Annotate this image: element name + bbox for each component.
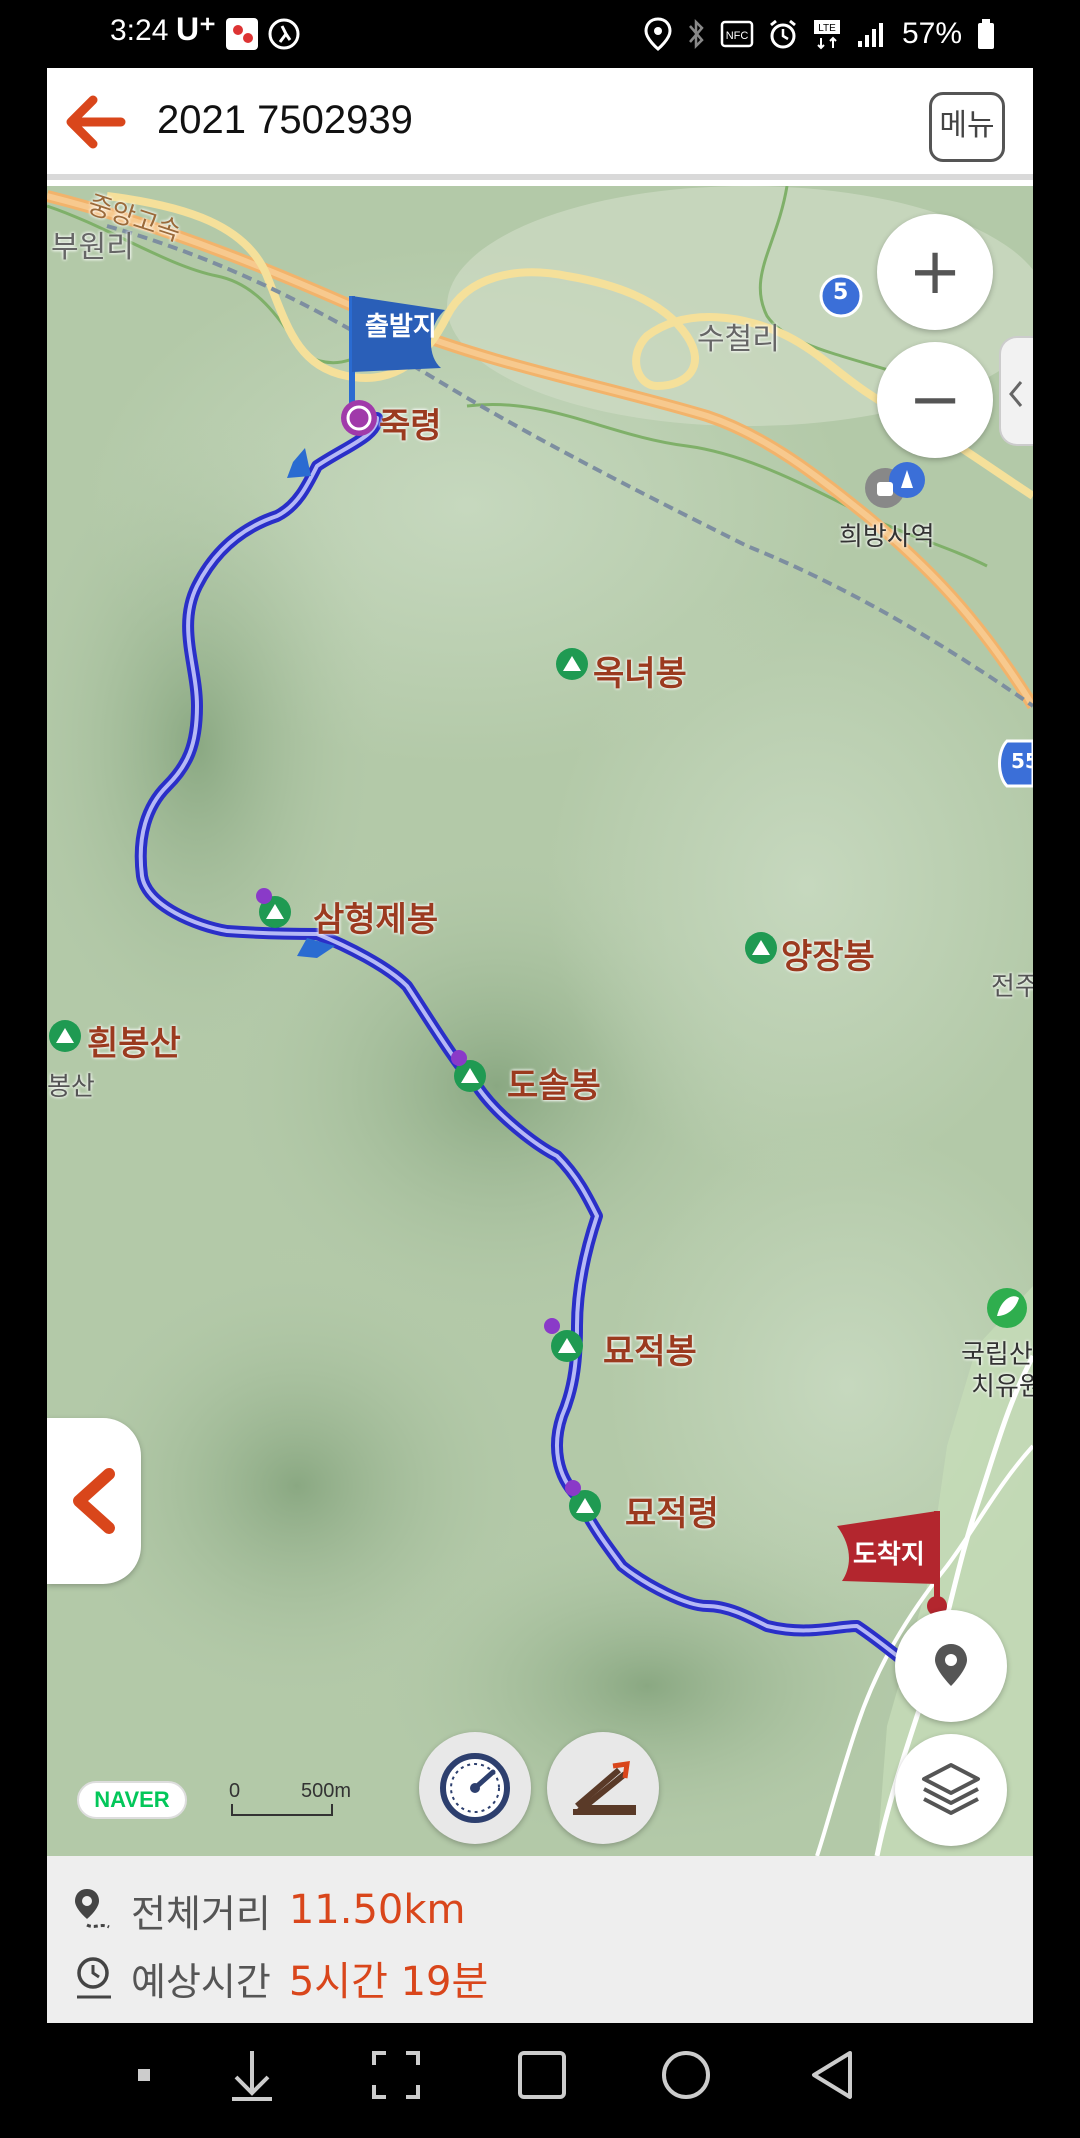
- route-info-panel: 전체거리 11.50km 예상시간 5시간 19분: [47, 1856, 1033, 2023]
- zoom-out-button[interactable]: −: [877, 342, 993, 458]
- back-arrow-icon[interactable]: [61, 92, 131, 152]
- back-icon[interactable]: [802, 2045, 862, 2105]
- system-nav-bar: [0, 2023, 1080, 2138]
- speedometer-button[interactable]: [419, 1732, 531, 1844]
- place-huinbongsan-cut: 봉산: [47, 1072, 95, 1102]
- road-badge-55: 55: [1011, 749, 1033, 773]
- place-myojeokbong[interactable]: 묘적봉: [603, 1324, 697, 1373]
- status-app-icons: [226, 18, 300, 50]
- my-location-button[interactable]: [895, 1610, 1007, 1722]
- naver-logo: NAVER: [77, 1781, 187, 1819]
- slope-icon: [573, 1761, 636, 1815]
- location-pin-icon: [935, 1644, 967, 1686]
- place-forest-2: 치유원: [971, 1372, 1033, 1402]
- speedometer-icon: [440, 1753, 510, 1823]
- map-scale: 0 500m: [229, 1780, 369, 1820]
- scale-zero-label: 0: [229, 1780, 241, 1802]
- status-right-icons: NFC LTE 57%: [644, 14, 996, 54]
- dot-icon[interactable]: [114, 2045, 174, 2105]
- signal-icon: [857, 23, 883, 47]
- layers-icon: [922, 1763, 980, 1815]
- plus-icon: +: [908, 235, 962, 309]
- start-flag-label: 출발지: [365, 312, 437, 342]
- map-view[interactable]: 출발지 도착지 5 55 죽령 옥녀봉 삼형제봉 양장봉 흰봉산 봉산 도솔봉 …: [47, 186, 1033, 1856]
- place-huinbongsan[interactable]: 흰봉산: [87, 1016, 181, 1065]
- app-header: 2021 7502939 메뉴: [47, 68, 1033, 180]
- status-bar: 3:24 U⁺ NFC LTE 57%: [0, 0, 1080, 68]
- route-distance-icon: [75, 1889, 110, 1929]
- status-time: 3:24: [110, 14, 169, 47]
- distance-label: 전체거리: [131, 1891, 271, 1936]
- estimated-time-icon: [77, 1957, 111, 1999]
- time-value: 5시간 19분: [288, 1959, 489, 2005]
- map-canvas[interactable]: [47, 186, 1033, 1856]
- place-oknyeobong[interactable]: 옥녀봉: [593, 646, 687, 695]
- zoom-in-button[interactable]: +: [877, 214, 993, 330]
- svg-text:NFC: NFC: [726, 30, 749, 42]
- map-layers-button[interactable]: [895, 1734, 1007, 1846]
- bluetooth-icon: [689, 18, 704, 50]
- time-label: 예상시간: [131, 1959, 271, 2004]
- place-dosolbong[interactable]: 도솔봉: [507, 1058, 601, 1107]
- chevron-left-icon: [73, 1468, 115, 1534]
- battery-icon: [978, 19, 994, 49]
- place-yangjangbong[interactable]: 양장봉: [781, 929, 875, 978]
- carrier-label: U⁺: [176, 11, 216, 47]
- app-window: 2021 7502939 메뉴 출발지 도착지 5 55 죽령 옥녀봉 삼형제봉…: [47, 68, 1033, 2023]
- minus-icon: −: [908, 363, 962, 437]
- lte-icon: LTE: [813, 20, 840, 50]
- location-icon: [644, 17, 672, 51]
- road-badge-5: 5: [833, 280, 849, 305]
- edge-label: 전주: [991, 972, 1033, 1002]
- scale-length-label: 500m: [301, 1780, 352, 1802]
- svg-text:LTE: LTE: [818, 23, 836, 34]
- distance-row: 전체거리 11.50km: [71, 1880, 465, 1940]
- place-myojeokryeong[interactable]: 묘적령: [625, 1486, 719, 1535]
- place-jukryeong[interactable]: 죽령: [379, 398, 442, 447]
- elevation-profile-button[interactable]: [547, 1732, 659, 1844]
- recent-apps-icon[interactable]: [512, 2045, 572, 2105]
- page-title: 2021 7502939: [157, 98, 413, 142]
- place-huibangsa-station[interactable]: 희방사역: [839, 516, 935, 553]
- alarm-icon: [770, 19, 796, 49]
- scale-bar: [231, 1804, 333, 1816]
- distance-value: 11.50km: [288, 1887, 466, 1933]
- place-sucheolri: 수철리: [697, 322, 780, 357]
- hide-keyboard-icon[interactable]: [222, 2045, 282, 2105]
- place-samhyeongjebong[interactable]: 삼형제봉: [313, 892, 438, 941]
- home-icon[interactable]: [656, 2045, 716, 2105]
- side-panel-toggle-left[interactable]: [47, 1418, 141, 1584]
- battery-percent: 57%: [901, 17, 962, 50]
- time-row: 예상시간 5시간 19분: [71, 1948, 488, 2008]
- chevron-left-icon: [1009, 381, 1023, 407]
- end-flag-label: 도착지: [853, 1540, 925, 1570]
- screenshot-icon[interactable]: [366, 2045, 426, 2105]
- side-panel-toggle-right[interactable]: [999, 336, 1033, 446]
- menu-button[interactable]: 메뉴: [929, 92, 1005, 162]
- nfc-icon: NFC: [720, 20, 754, 48]
